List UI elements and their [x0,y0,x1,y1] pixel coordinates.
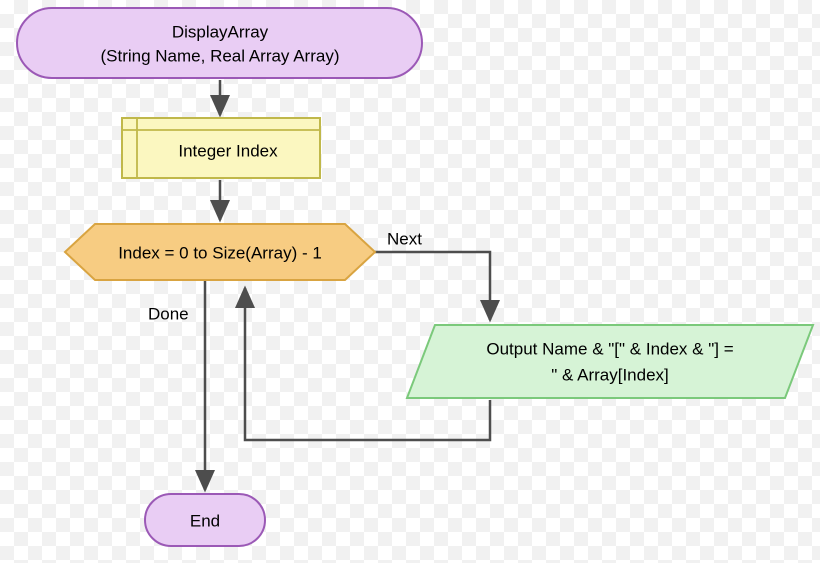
start-node: DisplayArray (String Name, Real Array Ar… [17,8,422,78]
output-line1: Output Name & "[" & Index & "] = [486,339,733,358]
output-node: Output Name & "[" & Index & "] = " & Arr… [407,325,813,398]
declare-node: Integer Index [122,118,320,178]
start-line1: DisplayArray [172,22,269,41]
declare-text: Integer Index [178,141,278,160]
flowchart-svg: DisplayArray (String Name, Real Array Ar… [0,0,820,563]
end-text: End [190,511,220,530]
label-next: Next [387,229,422,248]
edge-loop-output [375,252,490,320]
start-line2: (String Name, Real Array Array) [100,46,339,65]
loop-text: Index = 0 to Size(Array) - 1 [118,243,322,262]
end-node: End [145,494,265,546]
output-line2: " & Array[Index] [551,365,669,384]
loop-node: Index = 0 to Size(Array) - 1 [65,224,375,280]
label-done: Done [148,304,189,323]
